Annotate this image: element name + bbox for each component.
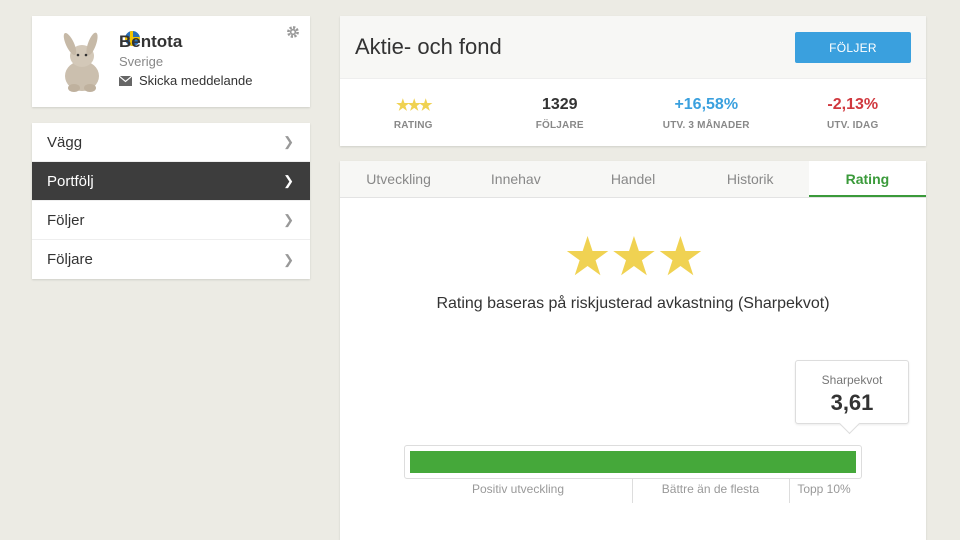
follow-button[interactable]: FÖLJER (795, 32, 911, 63)
profile-country: Sverige (119, 54, 164, 69)
chevron-right-icon: ❯ (283, 134, 294, 149)
sharpe-label: Sharpekvot (821, 373, 883, 387)
sidebar-item-label: Portfölj (47, 172, 94, 190)
rating-segments: Positiv utveckling Bättre än de flesta T… (404, 479, 862, 503)
stat-rating: ★★★ RATING (340, 79, 487, 145)
sidebar-item-label: Följare (47, 251, 93, 268)
tab-bar: Utveckling Innehav Handel Historik Ratin… (340, 161, 927, 198)
rating-stars-icon: ★★★ (396, 97, 432, 114)
send-message-link[interactable]: Skicka meddelande (119, 73, 252, 88)
envelope-icon (119, 75, 132, 86)
sidebar-item-foljer[interactable]: Följer ❯ (32, 201, 310, 240)
stat-value: -2,13% (827, 96, 879, 113)
sidebar-item-vagg[interactable]: Vägg ❯ (32, 123, 310, 162)
chevron-right-icon: ❯ (283, 251, 294, 267)
stat-label: UTV. 3 MÅNADER (662, 120, 750, 131)
segment-label: Positiv utveckling (471, 482, 565, 496)
stat-today: -2,13% UTV. IDAG (780, 79, 927, 145)
rating-progress-fill (410, 451, 856, 473)
tab-utveckling[interactable]: Utveckling (340, 161, 457, 197)
stat-label: RATING (393, 120, 433, 131)
sidebar-nav: Vägg ❯ Portfölj ❯ Följer ❯ Följare ❯ (32, 123, 310, 279)
sidebar-item-foljare[interactable]: Följare ❯ (32, 240, 310, 279)
stats-row: ★★★ RATING 1329 FÖLJARE +16,58% UTV. 3 M… (340, 79, 926, 145)
segment-label: Bättre än de flesta (661, 482, 760, 496)
stat-value: +16,58% (674, 96, 739, 113)
sidebar-item-label: Vägg (47, 133, 83, 151)
send-message-label: Skicka meddelande (139, 73, 253, 88)
sharpe-tooltip: Sharpekvot 3,61 (795, 360, 909, 424)
sidebar-item-label: Följer (47, 211, 85, 229)
portfolio-title-bar: Aktie- och fond FÖLJER (340, 16, 926, 79)
gear-icon[interactable] (286, 25, 300, 39)
chevron-right-icon: ❯ (283, 173, 294, 188)
stat-label: FÖLJARE (535, 120, 584, 131)
chevron-right-icon: ❯ (283, 212, 294, 227)
tab-innehav[interactable]: Innehav (457, 161, 574, 197)
page-title: Aktie- och fond (355, 34, 502, 59)
stat-followers: 1329 FÖLJARE (487, 79, 634, 145)
tab-rating[interactable]: Rating (808, 161, 927, 197)
tab-handel[interactable]: Handel (574, 161, 691, 197)
rating-description: Rating baseras på riskjusterad avkastnin… (436, 295, 830, 312)
rating-stars-icon: ★★★ (563, 227, 704, 287)
tab-historik[interactable]: Historik (692, 161, 809, 197)
stat-label: UTV. IDAG (827, 120, 879, 131)
portfolio-header: Aktie- och fond FÖLJER ★★★ RATING 1329 F… (340, 16, 926, 146)
sharpe-value: 3,61 (830, 390, 874, 415)
segment-label: Topp 10% (797, 482, 851, 496)
stat-value: 1329 (541, 96, 578, 113)
sidebar-item-portfolj[interactable]: Portfölj ❯ (32, 162, 310, 201)
avatar[interactable] (52, 30, 112, 94)
rating-panel: Utveckling Innehav Handel Historik Ratin… (340, 161, 927, 540)
profile-name[interactable]: Bentota (119, 32, 182, 52)
stat-3-month: +16,58% UTV. 3 MÅNADER (633, 79, 780, 145)
rating-progress-bar (404, 445, 862, 479)
profile-card: Bentota Sverige Skicka meddelande (32, 16, 310, 107)
